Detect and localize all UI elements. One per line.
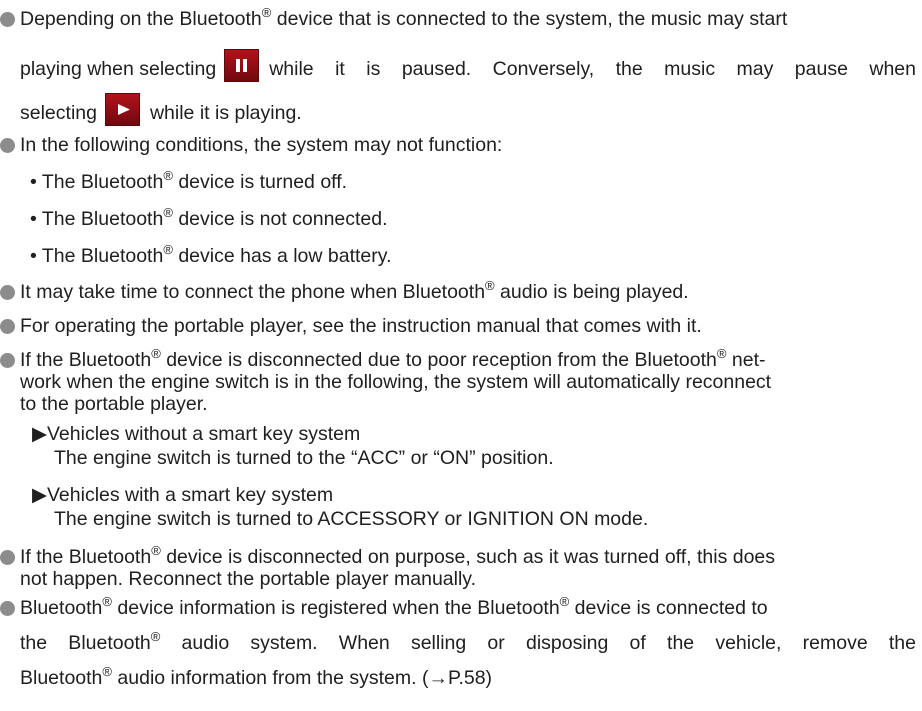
note-phone-connect: It may take time to connect the phone wh…: [0, 279, 916, 303]
note-line: not happen. Reconnect the portable playe…: [20, 568, 477, 590]
manual-page: Depending on the Bluetooth® device that …: [0, 0, 922, 711]
note-line: If the Bluetooth® device is disconnected…: [20, 345, 766, 372]
vehicle-type-heading: ▶Vehicles without a smart key system: [32, 423, 361, 445]
play-button-icon: [104, 93, 140, 126]
note-line: to the portable player.: [20, 393, 208, 415]
note-line: playing when selecting while it is pause…: [20, 49, 916, 85]
bullet-dot: [0, 12, 15, 27]
bullet-dot: [0, 138, 15, 153]
note-line: selecting while it is playing.: [20, 93, 302, 129]
bullet-dot: [0, 550, 15, 565]
note-line: work when the engine switch is in the fo…: [20, 371, 772, 393]
note-portable-player: For operating the portable player, see t…: [0, 315, 916, 337]
note-line: Bluetooth® audio information from the sy…: [20, 663, 493, 690]
vehicle-type-heading: ▶Vehicles with a smart key system: [32, 484, 334, 506]
bullet-dot: [0, 319, 15, 334]
note-conditions: In the following conditions, the system …: [0, 134, 916, 156]
note-line: If the Bluetooth® device is disconnected…: [20, 542, 776, 569]
condition-item: • The Bluetooth® device has a low batter…: [30, 241, 392, 268]
pause-button-icon: [224, 49, 260, 82]
note-bluetooth-play-pause: Depending on the Bluetooth® device that …: [0, 4, 916, 31]
note-line: Bluetooth® device information is registe…: [20, 593, 768, 620]
vehicle-type-body: The engine switch is turned to ACCESSORY…: [54, 508, 649, 530]
bullet-dot: [0, 353, 15, 368]
bullet-dot: [0, 601, 15, 616]
note-line: the Bluetooth® audio system. When sellin…: [20, 628, 916, 655]
condition-item: • The Bluetooth® device is turned off.: [30, 167, 348, 194]
condition-item: • The Bluetooth® device is not connected…: [30, 204, 388, 231]
note-disconnected-on-purpose: If the Bluetooth® device is disconnected…: [0, 542, 916, 590]
vehicle-type-body: The engine switch is turned to the “ACC”…: [54, 447, 554, 469]
note-line: Depending on the Bluetooth® device that …: [20, 4, 788, 31]
note-device-information: Bluetooth® device information is registe…: [0, 593, 916, 620]
bullet-dot: [0, 285, 15, 300]
note-auto-reconnect: If the Bluetooth® device is disconnected…: [0, 345, 916, 415]
